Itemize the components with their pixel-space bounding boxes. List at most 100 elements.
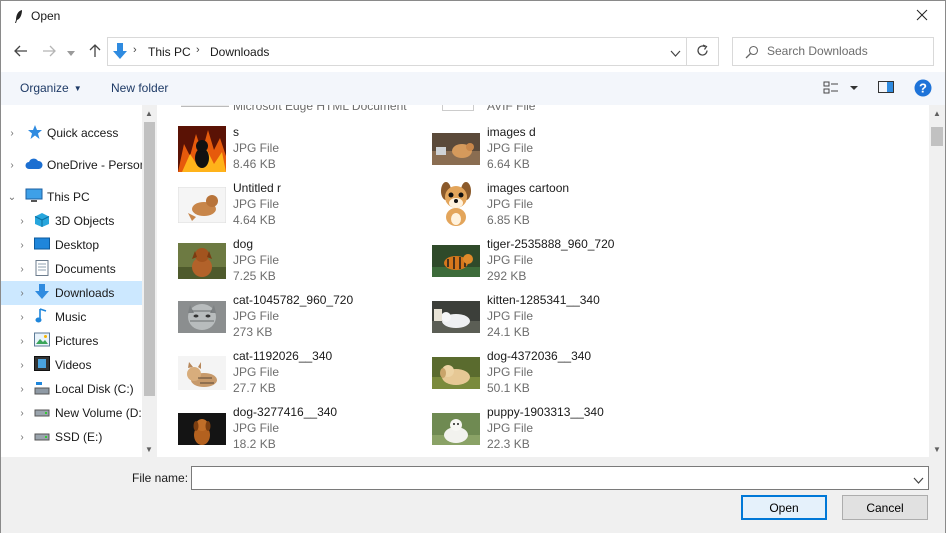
file-thumbnail [178, 237, 226, 285]
nav-item-downloads[interactable]: › Downloads [1, 281, 142, 305]
file-name: tiger-2535888_960_720 [487, 237, 615, 251]
nav-item-pictures[interactable]: › Pictures [1, 329, 142, 353]
nav-item-quick-access[interactable]: › Quick access [1, 121, 142, 145]
nav-item-documents[interactable]: › Documents [1, 257, 142, 281]
file-item[interactable]: tiger-2535888_960_720 JPG File 292 KB [412, 237, 652, 289]
nav-item-3d-objects[interactable]: › 3D Objects [1, 209, 142, 233]
refresh-button[interactable] [687, 37, 719, 66]
file-name: cat-1192026__340 [233, 349, 333, 363]
file-type: JPG File [487, 197, 534, 211]
file-name-combobox[interactable] [191, 466, 929, 490]
breadcrumb-this-pc[interactable]: This PC [148, 45, 191, 59]
command-bar: Organize ▼ New folder ? [1, 72, 945, 105]
nav-item-this-pc[interactable]: ⌄ This PC [1, 185, 142, 209]
download-icon [34, 284, 50, 300]
nav-item-ssd-e[interactable]: › SSD (E:) [1, 425, 142, 449]
file-thumbnail [178, 125, 226, 173]
file-item[interactable]: kitten-1285341__340 JPG File 24.1 KB [412, 293, 652, 345]
close-button[interactable] [899, 1, 945, 32]
arrow-right-icon [42, 45, 56, 60]
file-name: dog-3277416__340 [233, 405, 338, 419]
caret-down-icon: ▼ [73, 84, 82, 93]
file-thumbnail [432, 181, 480, 229]
open-button[interactable]: Open [741, 495, 827, 520]
chevron-right-icon[interactable]: › [17, 288, 27, 299]
new-folder-button[interactable]: New folder [111, 81, 168, 95]
nav-label: Desktop [55, 238, 100, 252]
nav-item-onedrive[interactable]: › OneDrive - Person [1, 153, 142, 177]
file-item[interactable]: dog-3277416__340 JPG File 18.2 KB [158, 405, 398, 457]
chevron-right-icon[interactable]: › [17, 336, 27, 347]
chevron-right-icon[interactable]: › [17, 432, 27, 443]
chevron-right-icon[interactable]: › [17, 264, 27, 275]
file-name-input[interactable] [196, 471, 896, 485]
chevron-right-icon[interactable]: › [17, 360, 27, 371]
address-bar[interactable]: › This PC › Downloads [107, 37, 687, 66]
chevron-right-icon[interactable]: › [17, 384, 27, 395]
file-item[interactable]: puppy-1903313__340 JPG File 22.3 KB [412, 405, 652, 457]
up-button[interactable] [84, 41, 106, 63]
chevron-right-icon[interactable]: › [17, 216, 27, 227]
file-item[interactable]: dog-4372036__340 JPG File 50.1 KB [412, 349, 652, 401]
feather-icon [11, 8, 27, 24]
file-item[interactable]: cat-1192026__340 JPG File 27.7 KB [158, 349, 398, 401]
file-item[interactable]: images cartoon JPG File 6.85 KB [412, 181, 652, 233]
file-thumbnail [178, 181, 226, 229]
nav-item-music[interactable]: › Music [1, 305, 142, 329]
file-name: Untitled r [233, 181, 282, 195]
forward-button[interactable] [38, 41, 60, 63]
recent-locations-button[interactable] [64, 41, 78, 63]
file-name: kitten-1285341__340 [487, 293, 600, 307]
chevron-right-icon[interactable]: › [17, 240, 27, 251]
file-thumbnail [178, 405, 226, 453]
chevron-right-icon[interactable]: › [7, 128, 17, 139]
dialog-footer: File name: Open Cancel [1, 457, 945, 533]
file-list-scrollbar[interactable]: ▲ ▼ [929, 105, 945, 457]
nav-item-desktop[interactable]: › Desktop [1, 233, 142, 257]
svg-text:?: ? [919, 81, 927, 96]
file-list-scrollbar-thumb[interactable] [931, 127, 943, 146]
scroll-down-icon[interactable]: ▼ [933, 445, 941, 454]
nav-scrollbar-thumb[interactable] [144, 122, 155, 396]
back-button[interactable] [10, 41, 32, 63]
file-item[interactable]: Untitled r JPG File 4.64 KB [158, 181, 398, 233]
nav-item-new-volume-d[interactable]: › New Volume (D: [1, 401, 142, 425]
file-type: JPG File [233, 141, 280, 155]
scroll-up-icon[interactable]: ▲ [145, 109, 153, 118]
cancel-button[interactable]: Cancel [842, 495, 928, 520]
chevron-down-icon [670, 46, 681, 60]
search-box[interactable] [732, 37, 934, 66]
breadcrumb-downloads[interactable]: Downloads [210, 45, 269, 59]
preview-pane-button[interactable] [878, 80, 895, 97]
search-input[interactable] [767, 44, 927, 58]
file-size: 273 KB [233, 325, 273, 339]
address-dropdown[interactable] [670, 46, 681, 60]
chevron-right-icon[interactable]: › [17, 312, 27, 323]
file-size: 50.1 KB [487, 381, 530, 395]
file-item[interactable]: images d JPG File 6.64 KB [412, 125, 652, 177]
file-item[interactable]: cat-1045782_960_720 JPG File 273 KB [158, 293, 398, 345]
file-size: 6.85 KB [487, 213, 530, 227]
file-name-label: File name: [132, 471, 189, 485]
nav-item-videos[interactable]: › Videos [1, 353, 142, 377]
file-name-dropdown[interactable] [913, 473, 924, 487]
nav-label: Documents [55, 262, 116, 276]
chevron-down-icon[interactable]: ⌄ [7, 192, 17, 203]
file-type: JPG File [233, 253, 280, 267]
file-item[interactable]: dog JPG File 7.25 KB [158, 237, 398, 289]
chevron-right-icon[interactable]: › [17, 408, 27, 419]
help-button[interactable]: ? [914, 79, 932, 100]
breadcrumb-separator: › [196, 44, 200, 56]
tiles-view-icon [823, 81, 859, 99]
file-size: 18.2 KB [233, 437, 276, 451]
file-item[interactable]: s JPG File 8.46 KB [158, 125, 398, 177]
organize-button[interactable]: Organize ▼ [20, 81, 82, 95]
chevron-right-icon[interactable]: › [7, 160, 17, 171]
file-thumbnail [432, 125, 480, 173]
change-view-button[interactable] [823, 80, 859, 99]
scroll-down-icon[interactable]: ▼ [145, 445, 153, 454]
pictures-icon [34, 332, 50, 348]
scroll-up-icon[interactable]: ▲ [933, 109, 941, 118]
nav-item-local-disk-c[interactable]: › Local Disk (C:) [1, 377, 142, 401]
nav-scrollbar[interactable]: ▲ ▼ [142, 105, 157, 457]
